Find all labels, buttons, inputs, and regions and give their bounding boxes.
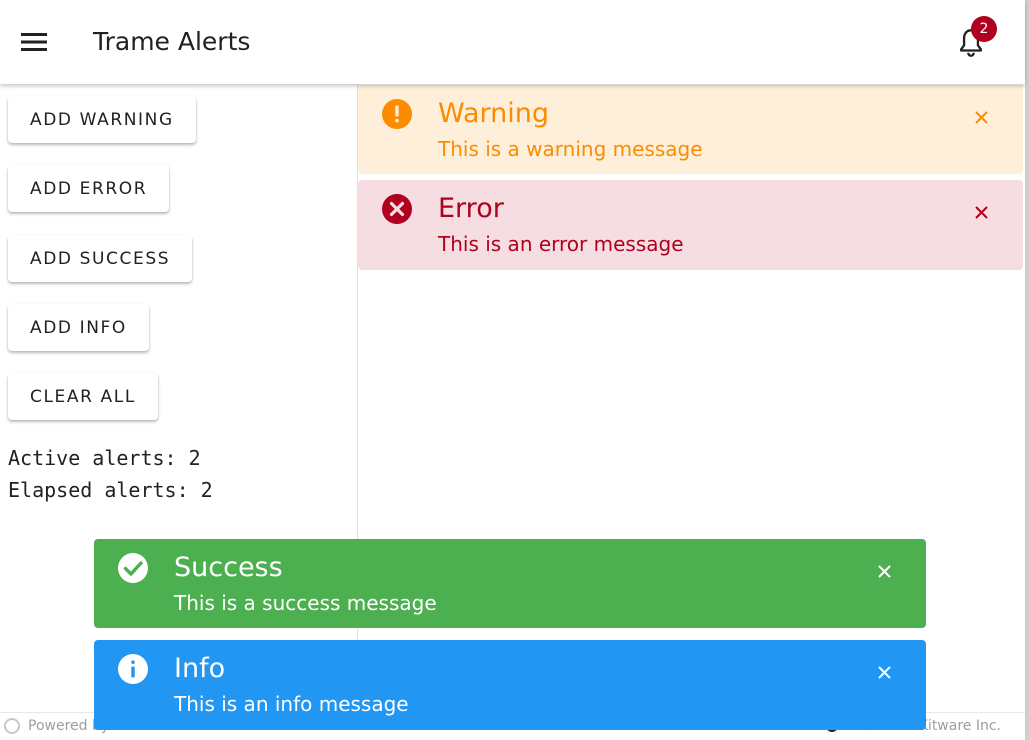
trame-logo-icon xyxy=(4,718,20,734)
alert-stats: Active alerts: 2 Elapsed alerts: 2 xyxy=(8,442,213,506)
info-alert: Info This is an info message xyxy=(94,640,926,730)
close-warning-button[interactable] xyxy=(973,109,989,125)
close-circle-icon xyxy=(382,194,412,224)
menu-button[interactable] xyxy=(14,22,54,62)
close-icon xyxy=(877,564,891,578)
elapsed-alerts-count: Elapsed alerts: 2 xyxy=(8,478,213,502)
alert-message: This is an error message xyxy=(438,232,684,256)
alert-title: Info xyxy=(174,653,226,684)
alert-message: This is an info message xyxy=(174,692,409,716)
close-success-button[interactable] xyxy=(876,563,892,579)
notification-badge: 2 xyxy=(971,16,997,42)
hamburger-menu-icon xyxy=(21,33,47,51)
add-error-button[interactable]: ADD ERROR xyxy=(8,165,170,212)
warning-alert: Warning This is a warning message xyxy=(358,85,1023,174)
app-bar: Trame Alerts xyxy=(0,0,1025,84)
close-icon xyxy=(877,665,891,679)
close-icon xyxy=(974,205,988,219)
alert-title: Success xyxy=(174,552,283,583)
alert-message: This is a success message xyxy=(174,591,437,615)
clear-all-button[interactable]: CLEAR ALL xyxy=(8,373,158,420)
error-alert: Error This is an error message xyxy=(358,180,1023,270)
add-info-button[interactable]: ADD INFO xyxy=(8,304,149,351)
add-success-button[interactable]: ADD SUCCESS xyxy=(8,235,193,282)
information-icon xyxy=(118,654,148,684)
app-title: Trame Alerts xyxy=(93,27,251,56)
alert-message: This is a warning message xyxy=(438,137,703,161)
alert-circle-icon xyxy=(382,99,412,129)
scrollbar[interactable] xyxy=(1025,0,1029,740)
close-info-button[interactable] xyxy=(876,664,892,680)
success-alert: Success This is a success message xyxy=(94,539,926,628)
app-root: Trame Alerts 2 ADD WARNING ADD ERROR ADD… xyxy=(0,0,1029,740)
check-circle-icon xyxy=(118,553,148,583)
alert-title: Error xyxy=(438,193,504,224)
alert-title: Warning xyxy=(438,98,550,129)
active-alerts-count: Active alerts: 2 xyxy=(8,446,201,470)
close-icon xyxy=(974,110,988,124)
close-error-button[interactable] xyxy=(973,204,989,220)
add-warning-button[interactable]: ADD WARNING xyxy=(8,96,196,143)
